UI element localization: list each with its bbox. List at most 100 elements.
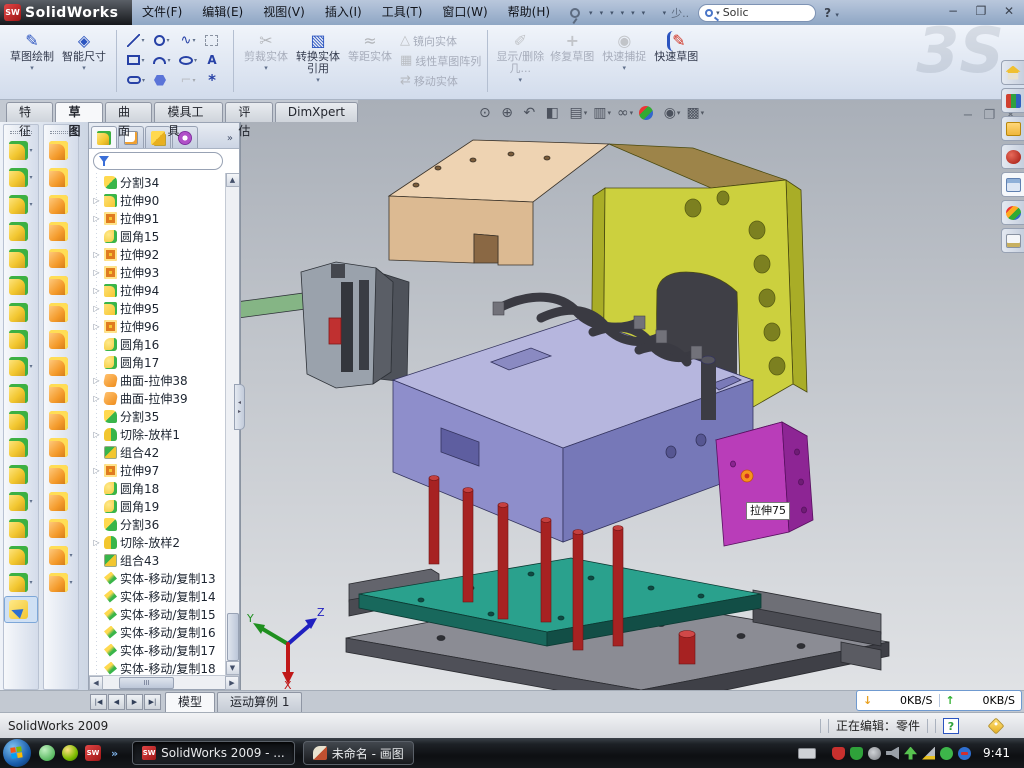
surface-toolbar-button[interactable]: ▾ [44, 380, 78, 407]
menu-item[interactable]: 工具(T) [372, 0, 433, 25]
dropdown-arrow-icon[interactable]: ▾ [607, 109, 611, 117]
surface-toolbar-button[interactable]: ▾ [44, 218, 78, 245]
close-button[interactable]: ✕ [998, 3, 1020, 20]
standard-toolbar-button[interactable]: ▾ [660, 8, 669, 18]
surface-toolbar-button[interactable]: ▾ [44, 542, 78, 569]
dropdown-arrow-icon[interactable]: ▾ [589, 9, 593, 17]
standard-toolbar-button[interactable]: ▾ [586, 8, 595, 18]
toolbar-pin-icon[interactable] [570, 8, 580, 18]
menu-item[interactable]: 编辑(E) [192, 0, 253, 25]
study-nav-button[interactable]: ▶| [144, 694, 161, 710]
dropdown-arrow-icon[interactable]: ▾ [621, 9, 625, 17]
surface-toolbar-button[interactable]: ▾ [44, 434, 78, 461]
surface-toolbar-button[interactable]: ▾ [44, 326, 78, 353]
commandmanager-button[interactable]: 转换实体引用 ▾ [292, 29, 344, 84]
tree-item[interactable]: ▷ 圆角15 [92, 227, 225, 245]
scroll-down-icon[interactable]: ▼ [226, 661, 240, 675]
hud-button[interactable]: ▾ [664, 105, 681, 121]
taskbar-window-button[interactable]: 未命名 - 画图 [303, 741, 414, 765]
dropdown-arrow-icon[interactable]: ▾ [600, 9, 604, 17]
surface-toolbar-button[interactable]: ▾ [44, 299, 78, 326]
surface-toolbar-button[interactable]: ▾ [44, 407, 78, 434]
search-dropdown-icon[interactable]: ▾ [716, 9, 720, 17]
expand-arrow-icon[interactable]: ▷ [92, 322, 101, 331]
tree-item[interactable]: ▷ 组合42 [92, 443, 225, 461]
dropdown-arrow-icon[interactable]: ▾ [141, 37, 144, 44]
commandmanager-tab[interactable]: 评估 [225, 102, 272, 122]
tree-item[interactable]: ▷ 分割35 [92, 407, 225, 425]
feature-toolbar-button[interactable]: ▾ [4, 596, 38, 623]
antivirus-tray-icon[interactable] [832, 747, 845, 760]
sketch-entity-button[interactable]: ▾ [123, 71, 149, 89]
scroll-up-icon[interactable]: ▲ [226, 173, 240, 187]
feature-toolbar-button[interactable]: ▾ [4, 191, 38, 218]
standard-toolbar-button[interactable]: ▾ [597, 8, 606, 18]
tree-item[interactable]: ▷ 圆角17 [92, 353, 225, 371]
commandmanager-button[interactable]: 线性草图阵列 [400, 52, 481, 70]
dropdown-arrow-icon[interactable]: ▾ [584, 109, 588, 117]
sketch-entity-button[interactable]: ▾ [149, 51, 175, 69]
expand-arrow-icon[interactable]: ▷ [92, 538, 101, 547]
surface-toolbar-button[interactable]: ▾ [44, 488, 78, 515]
panel-splitter-handle[interactable]: ◂▸ [234, 384, 245, 430]
feature-toolbar-button[interactable]: ▾ [4, 299, 38, 326]
dropdown-arrow-icon[interactable]: ▾ [142, 77, 145, 84]
commandmanager-button[interactable]: 剪裁实体 ▾ [240, 29, 292, 84]
tree-tabs-overflow[interactable]: » [227, 133, 237, 148]
tree-item[interactable]: ▷ 拉伸97 [92, 461, 225, 479]
study-nav-button[interactable]: ◀ [108, 694, 125, 710]
start-button[interactable] [3, 739, 31, 767]
tree-item[interactable]: ▷ 实体-移动/复制15 [92, 605, 225, 623]
tree-item[interactable]: ▷ 圆角19 [92, 497, 225, 515]
quick-launch-overflow[interactable]: » [111, 747, 118, 760]
feature-toolbar-button[interactable]: ▾ [4, 461, 38, 488]
taskbar-window-button[interactable]: SW SolidWorks 2009 - ... [132, 741, 295, 765]
menu-item[interactable]: 插入(I) [315, 0, 372, 25]
tree-item[interactable]: ▷ 组合43 [92, 551, 225, 569]
sync-tray-icon[interactable] [958, 747, 971, 760]
surface-toolbar-button[interactable]: ▾ [44, 461, 78, 488]
expand-arrow-icon[interactable]: ▷ [92, 376, 101, 385]
minimize-button[interactable]: − [942, 3, 964, 20]
menu-item[interactable]: 视图(V) [253, 0, 315, 25]
tree-item[interactable]: ▷ 圆角18 [92, 479, 225, 497]
dropdown-arrow-icon[interactable]: ▾ [29, 147, 32, 154]
security-tray-icon[interactable] [850, 747, 863, 760]
keyboard-layout-icon[interactable] [798, 748, 816, 759]
update-tray-icon[interactable] [868, 747, 881, 760]
dropdown-arrow-icon[interactable]: ▾ [701, 109, 705, 117]
sketch-entity-button[interactable]: ▾ [149, 71, 175, 89]
feature-toolbar-button[interactable]: ▾ [4, 569, 38, 596]
commandmanager-button[interactable]: 快速捕捉 ▾ [598, 29, 650, 84]
hud-button[interactable]: ▾ [617, 105, 633, 121]
dropdown-arrow-icon[interactable]: ▾ [82, 64, 86, 72]
hud-button[interactable]: ▾ [686, 105, 704, 121]
commandmanager-button[interactable]: 修复草图 ▾ [546, 29, 598, 84]
task-pane-tab[interactable] [1001, 172, 1024, 197]
feature-toolbar-button[interactable]: ▾ [4, 218, 38, 245]
commandmanager-button[interactable]: 智能尺寸 ▾ [58, 29, 110, 72]
search-box[interactable]: ▾ Solic [698, 4, 816, 22]
search-input[interactable]: Solic [723, 6, 749, 19]
dropdown-arrow-icon[interactable]: ▾ [623, 64, 627, 72]
dropdown-arrow-icon[interactable]: ▾ [192, 37, 195, 44]
hud-button[interactable]: ▾ [570, 105, 588, 121]
feature-toolbar-button[interactable]: ▾ [4, 515, 38, 542]
tree-item[interactable]: ▷ 实体-移动/复制18 [92, 659, 225, 675]
commandmanager-button[interactable]: 等距实体 ▾ [344, 29, 396, 84]
graphics-viewport[interactable]: Y Z X ▾ ▾ ▾ [240, 100, 1024, 690]
study-nav-button[interactable]: |◀ [90, 694, 107, 710]
tag-icon[interactable] [988, 717, 1005, 734]
commandmanager-tab[interactable]: 草图 [55, 102, 102, 122]
commandmanager-button[interactable]: 显示/删除几... ▾ [494, 29, 546, 84]
surface-toolbar-button[interactable]: ▾ [44, 353, 78, 380]
surface-toolbar-button[interactable]: ▾ [44, 272, 78, 299]
sketch-entity-button[interactable]: ▾ [123, 31, 149, 49]
surface-toolbar-button[interactable]: ▾ [44, 515, 78, 542]
task-pane-tab[interactable] [1001, 200, 1024, 225]
taskbar-clock[interactable]: 9:41 [977, 746, 1016, 760]
dropdown-arrow-icon[interactable]: ▾ [30, 64, 34, 72]
model-tab[interactable]: 模型 [165, 692, 215, 712]
surface-toolbar-button[interactable]: ▾ [44, 164, 78, 191]
dropdown-arrow-icon[interactable]: ▾ [166, 37, 169, 44]
